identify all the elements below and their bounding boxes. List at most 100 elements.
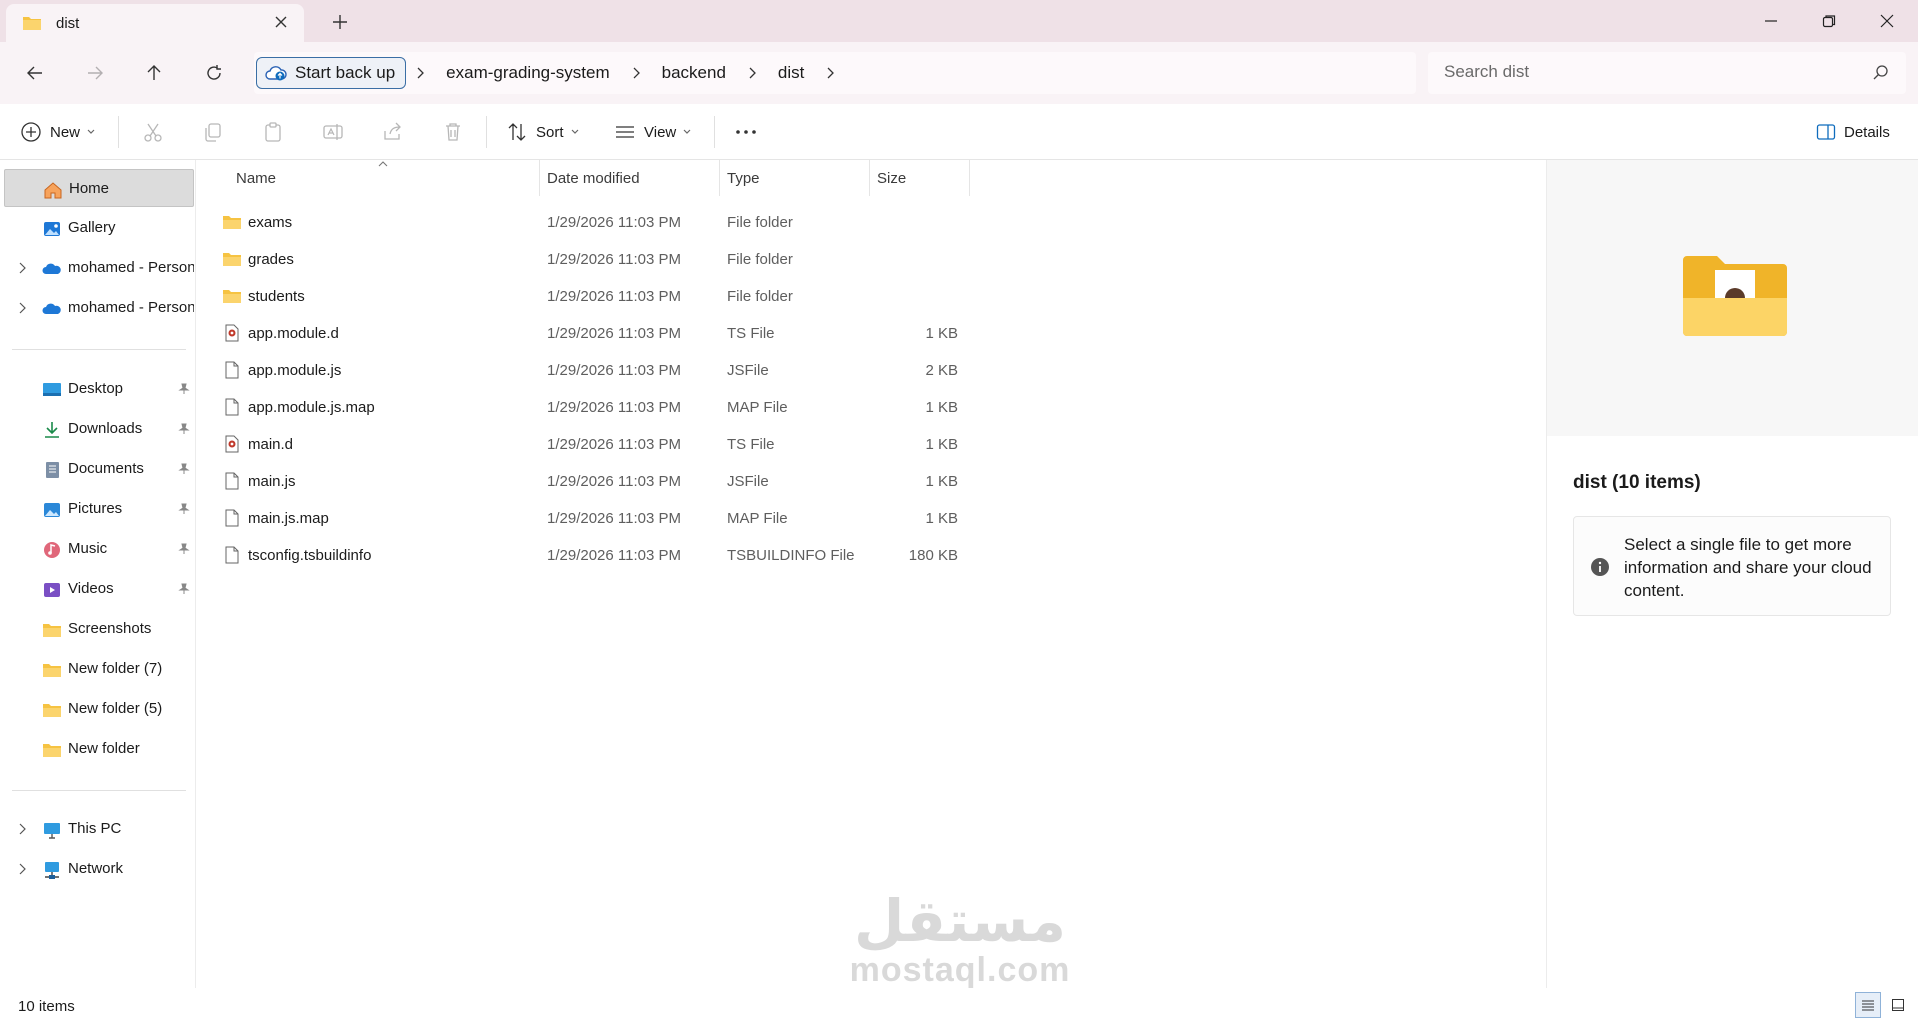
sidebar-item-new-folder-5[interactable]: New folder (5)	[4, 690, 194, 728]
tab-close-icon[interactable]	[272, 13, 290, 31]
file-size: 1 KB	[925, 436, 958, 453]
pin-icon[interactable]	[178, 423, 190, 435]
search-icon[interactable]	[1872, 64, 1890, 82]
file-row[interactable]: main.js 1/29/2026 11:03 PM JSFile 1 KB	[198, 463, 978, 500]
close-window-button[interactable]	[1864, 6, 1910, 36]
sort-button[interactable]: Sort	[506, 116, 580, 148]
chevron-right-icon[interactable]	[18, 262, 26, 274]
minimize-button[interactable]	[1748, 6, 1794, 36]
delete-button[interactable]	[442, 116, 464, 148]
file-name: main.js.map	[248, 510, 329, 527]
tiles-view-icon	[1892, 999, 1904, 1011]
column-header-name[interactable]: Name	[236, 160, 276, 196]
breadcrumb-chevron-icon[interactable]	[738, 67, 766, 79]
file-explorer-window: dist Start back up exam-grading-system b…	[0, 0, 1918, 1022]
sidebar-item-network[interactable]: Network	[4, 850, 194, 888]
chevron-right-icon[interactable]	[18, 823, 26, 835]
sort-ascending-icon	[378, 161, 388, 167]
file-row[interactable]: exams 1/29/2026 11:03 PM File folder	[198, 204, 978, 241]
pin-icon[interactable]	[178, 583, 190, 595]
sidebar-item-home[interactable]: Home	[4, 169, 194, 207]
sidebar-item-gallery[interactable]: Gallery	[4, 209, 194, 247]
up-button[interactable]	[139, 58, 169, 88]
details-title: dist (10 items)	[1573, 472, 1701, 493]
file-row[interactable]: students 1/29/2026 11:03 PM File folder	[198, 278, 978, 315]
chevron-right-icon[interactable]	[18, 863, 26, 875]
tab-dist[interactable]: dist	[6, 4, 304, 42]
view-button[interactable]: View	[614, 116, 692, 148]
sidebar-item-videos[interactable]: Videos	[4, 570, 194, 608]
file-name: app.module.d	[248, 325, 339, 342]
back-button[interactable]	[20, 58, 50, 88]
copy-button[interactable]	[202, 116, 224, 148]
sidebar-item-onedrive-1[interactable]: mohamed - Personal	[4, 249, 194, 287]
file-name: tsconfig.tsbuildinfo	[248, 547, 372, 564]
new-tab-icon[interactable]	[328, 10, 352, 34]
breadcrumb-exam-grading-system[interactable]: exam-grading-system	[434, 63, 621, 83]
details-view-button[interactable]	[1855, 992, 1881, 1018]
sidebar-item-desktop[interactable]: Desktop	[4, 370, 194, 408]
forward-button[interactable]	[80, 58, 110, 88]
sidebar-item-music[interactable]: Music	[4, 530, 194, 568]
pin-icon[interactable]	[178, 383, 190, 395]
more-options-button[interactable]	[734, 116, 758, 148]
tiles-view-button[interactable]	[1885, 992, 1911, 1018]
address-bar[interactable]: Start back up exam-grading-system backen…	[254, 52, 1416, 94]
folder-icon	[223, 216, 241, 229]
file-date: 1/29/2026 11:03 PM	[547, 510, 681, 527]
navigation-pane: Home Gallery mohamed - Personal mohamed …	[0, 160, 196, 988]
folder-icon	[43, 744, 61, 757]
file-row[interactable]: main.js.map 1/29/2026 11:03 PM MAP File 1 K…	[198, 500, 978, 537]
sidebar-item-documents[interactable]: Documents	[4, 450, 194, 488]
file-row[interactable]: main.d 1/29/2026 11:03 PM TS File 1 KB	[198, 426, 978, 463]
column-header-date[interactable]: Date modified	[547, 160, 640, 196]
paste-button[interactable]	[262, 116, 284, 148]
pin-icon[interactable]	[178, 503, 190, 515]
breadcrumb-chevron-icon[interactable]	[406, 67, 434, 79]
sidebar-item-onedrive-2[interactable]: mohamed - Personal	[4, 289, 194, 327]
sidebar-item-pictures[interactable]: Pictures	[4, 490, 194, 528]
column-header-size[interactable]: Size	[877, 160, 906, 196]
search-box[interactable]	[1428, 52, 1906, 94]
file-row[interactable]: app.module.d 1/29/2026 11:03 PM TS File 1 K…	[198, 315, 978, 352]
info-icon	[1591, 558, 1609, 576]
restore-button[interactable]	[1806, 6, 1852, 36]
pin-icon[interactable]	[178, 463, 190, 475]
view-label: View	[644, 123, 677, 141]
search-input[interactable]	[1444, 62, 1844, 82]
sidebar-item-downloads[interactable]: Downloads	[4, 410, 194, 448]
pictures-icon	[44, 503, 60, 517]
breadcrumb-chevron-icon[interactable]	[622, 67, 650, 79]
ts-file-icon	[225, 435, 239, 453]
file-date: 1/29/2026 11:03 PM	[547, 473, 681, 490]
file-icon	[225, 472, 239, 490]
sidebar-item-new-folder-7[interactable]: New folder (7)	[4, 650, 194, 688]
new-button[interactable]: New	[20, 116, 96, 148]
cut-button[interactable]	[142, 116, 164, 148]
breadcrumb-chevron-icon[interactable]	[816, 67, 844, 79]
breadcrumb-dist[interactable]: dist	[766, 63, 816, 83]
breadcrumb-backend[interactable]: backend	[650, 63, 738, 83]
refresh-button[interactable]	[199, 58, 229, 88]
sidebar-item-this-pc[interactable]: This PC	[4, 810, 194, 848]
start-backup-button[interactable]: Start back up	[256, 57, 407, 89]
sidebar-item-screenshots[interactable]: Screenshots	[4, 610, 194, 648]
pin-icon[interactable]	[178, 543, 190, 555]
sidebar-item-new-folder[interactable]: New folder	[4, 730, 194, 768]
share-icon	[384, 122, 401, 140]
cut-icon	[144, 123, 162, 142]
file-row[interactable]: app.module.js 1/29/2026 11:03 PM JSFile 2 K…	[198, 352, 978, 389]
rename-button[interactable]	[322, 116, 344, 148]
share-button[interactable]	[382, 116, 404, 148]
file-icon	[225, 509, 239, 527]
chevron-right-icon[interactable]	[18, 302, 26, 314]
details-button[interactable]: Details	[1816, 116, 1890, 148]
paste-icon	[265, 122, 281, 142]
file-row[interactable]: tsconfig.tsbuildinfo 1/29/2026 11:03 PM TS…	[198, 537, 978, 574]
file-row[interactable]: grades 1/29/2026 11:03 PM File folder	[198, 241, 978, 278]
file-row[interactable]: app.module.js.map 1/29/2026 11:03 PM MAP F…	[198, 389, 978, 426]
sidebar-item-label: Pictures	[68, 500, 123, 517]
column-header-type[interactable]: Type	[727, 160, 760, 196]
sidebar-item-label: mohamed - Personal	[68, 299, 194, 316]
sidebar-item-label: Screenshots	[68, 620, 152, 637]
